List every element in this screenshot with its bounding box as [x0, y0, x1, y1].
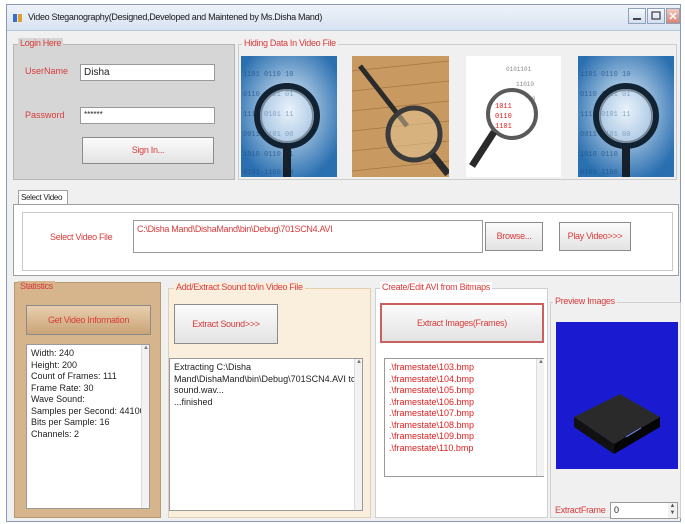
sound-log-line: sound.wav...	[174, 385, 224, 395]
maximize-button[interactable]	[647, 8, 665, 24]
statistics-textbox: Width: 240 Height: 200 Count of Frames: 11…	[26, 344, 150, 509]
extract-images-button[interactable]: Extract Images(Frames)	[380, 303, 544, 343]
password-label: Password	[25, 110, 65, 120]
frames-scrollbar[interactable]: ▲	[536, 359, 544, 476]
statistics-line: Height: 200	[31, 359, 78, 370]
signin-button[interactable]: Sign In...	[82, 137, 214, 164]
username-field[interactable]: Disha	[80, 64, 215, 81]
frame-list-item[interactable]: .\framestate\106.bmp	[389, 397, 539, 409]
frames-listbox[interactable]: .\framestate\103.bmp .\framestate\104.bmp…	[384, 358, 544, 477]
tab-select-video-file[interactable]: Select Video File	[18, 190, 68, 215]
statistics-scrollbar[interactable]: ▲	[141, 345, 149, 508]
username-label: UserName	[25, 66, 69, 76]
sound-log-line: ...finished	[174, 396, 213, 407]
play-video-button[interactable]: Play Video>>>	[559, 222, 631, 251]
magnifier-pen-image	[352, 56, 449, 177]
svg-text:1101 0110 10: 1101 0110 10	[243, 71, 293, 79]
get-video-info-button[interactable]: Get Video Information	[26, 305, 151, 335]
video-path-field[interactable]: C:\Disha Mand\DishaMand\bin\Debug\701SCN…	[133, 220, 483, 253]
password-field[interactable]: ******	[80, 107, 215, 124]
window-title: Video Steganography(Designed,Developed a…	[28, 12, 323, 22]
svg-text:11010: 11010	[516, 81, 534, 88]
preview-image	[556, 322, 678, 469]
statistics-group-label: Statistics	[18, 281, 56, 291]
sound-log-line: Mand\DishaMand\bin\Debug\701SCN4.AVI to	[174, 373, 356, 384]
frame-list-item[interactable]: .\framestate\108.bmp	[389, 420, 539, 432]
chevron-up-icon[interactable]: ▲	[668, 503, 677, 510]
frame-list-item[interactable]: .\framestate\109.bmp	[389, 431, 539, 443]
svg-text:1101 0110 10: 1101 0110 10	[580, 71, 630, 79]
stepper-arrows[interactable]: ▲ ▼	[668, 503, 677, 518]
frame-list-item[interactable]: .\framestate\107.bmp	[389, 408, 539, 420]
maximize-icon	[651, 11, 661, 20]
frame-list-item[interactable]: .\framestate\110.bmp	[389, 443, 539, 455]
svg-text:1011: 1011	[495, 103, 512, 111]
scroll-up-icon[interactable]: ▲	[142, 345, 150, 351]
magnifier-binary-image-2: 1101 0110 100110 1011 011110 0101 110011…	[578, 56, 674, 177]
statistics-line: Bits per Sample: 16	[31, 417, 110, 427]
create-avi-group-label: Create/Edit AVI from Bitmaps	[380, 282, 492, 292]
extract-frame-label: ExtractFrame	[555, 505, 606, 515]
svg-text:1101: 1101	[495, 123, 512, 131]
frame-list-item[interactable]: .\framestate\105.bmp	[389, 385, 539, 397]
frame-list-item[interactable]: .\framestate\104.bmp	[389, 374, 539, 386]
chevron-down-icon[interactable]: ▼	[668, 510, 677, 517]
select-video-label: Select Video File	[50, 232, 113, 242]
statistics-line: Channels: 2	[31, 428, 80, 439]
statistics-line: Frame Rate: 30	[31, 382, 94, 393]
magnifier-binary-image: 1101 0110 100110 1011 011110 0101 110011…	[241, 56, 337, 177]
hiding-group-label: Hiding Data In Video File	[242, 38, 338, 48]
statistics-line: Samples per Second: 44100	[31, 405, 145, 416]
svg-text:0101101: 0101101	[506, 66, 532, 73]
minimize-button[interactable]	[628, 8, 646, 24]
sound-log-line: Extracting C:\Disha	[174, 362, 252, 372]
close-button[interactable]	[666, 8, 680, 24]
svg-text:0110: 0110	[495, 113, 512, 121]
sound-group-label: Add/Extract Sound to/in Video File	[174, 282, 305, 292]
browse-button[interactable]: Browse...	[485, 222, 543, 251]
app-icon	[13, 14, 22, 22]
statistics-line: Width: 240	[31, 348, 75, 358]
sound-log-textbox: Extracting C:\Disha Mand\DishaMand\bin\De…	[169, 358, 363, 511]
close-icon	[669, 12, 677, 20]
extract-sound-button[interactable]: Extract Sound>>>	[174, 304, 278, 344]
scroll-up-icon[interactable]: ▲	[537, 359, 545, 365]
login-group-label: Login Here	[18, 38, 64, 48]
frame-list-item[interactable]: .\framestate\103.bmp	[389, 362, 539, 374]
scroll-up-icon[interactable]: ▲	[355, 359, 363, 365]
statistics-line: Count of Frames: 111	[31, 371, 117, 381]
sound-log-scrollbar[interactable]: ▲	[354, 359, 362, 510]
magnifier-red-binary-image: 0101101110100110101 101101101101	[466, 56, 561, 177]
statistics-line: Wave Sound:	[31, 394, 85, 404]
preview-group-label: Preview Images	[553, 296, 617, 306]
minimize-icon	[633, 18, 641, 20]
